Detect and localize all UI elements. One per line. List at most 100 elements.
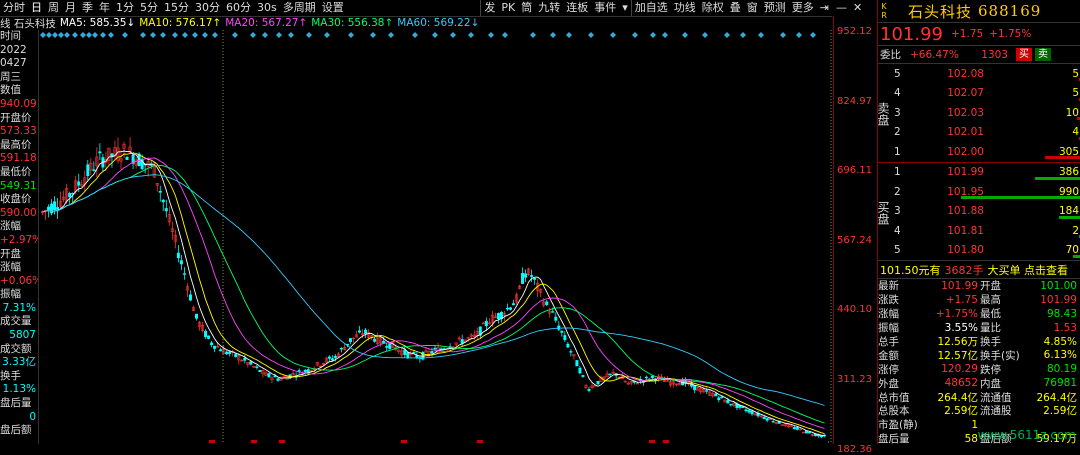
quote-value: 4.85% (1043, 335, 1077, 348)
candlestick-chart[interactable]: 98.43 (39, 30, 832, 444)
level-price: 102.00 (947, 145, 984, 158)
price-row: 101.99 +1.75 +1.75% (878, 23, 1080, 46)
sell-button[interactable]: 卖 (1035, 48, 1051, 61)
candle-body (587, 389, 591, 391)
candle-body (303, 369, 307, 373)
close-icon[interactable]: ✕ (850, 0, 865, 16)
ask-level[interactable]: 4 102.07 5 (878, 84, 1080, 104)
ask-level[interactable]: 2 102.01 4 (878, 123, 1080, 143)
level-index: 5 (894, 67, 901, 80)
price-tick-label: 440.10 (837, 304, 872, 316)
toolbar-item[interactable]: 更多 (789, 0, 817, 16)
ma20-line (42, 157, 825, 429)
info-label: 最低价 (0, 165, 32, 178)
toolbar-item[interactable]: 15分 (161, 0, 192, 16)
toolbar-item[interactable]: 多周期 (280, 0, 319, 16)
level-index: 1 (894, 166, 901, 179)
candle-body (228, 351, 232, 354)
candle-body (182, 273, 186, 275)
toolbar-item[interactable]: 九转 (535, 0, 563, 16)
bid-level[interactable]: 4 101.81 2 (878, 221, 1080, 241)
price-tick-label: 182.36 (837, 443, 872, 455)
quote-label: 流通股 (980, 405, 1012, 418)
ask-level[interactable]: 5 102.08 5 (878, 64, 1080, 84)
event-diamond-icon (758, 32, 764, 38)
toolbar-item[interactable]: 30s (254, 0, 280, 16)
ma-legend: 线 石头科技 MA5: 585.35↓ MA10: 576.17↑ MA20: … (0, 16, 832, 30)
toolbar-item[interactable]: 年 (96, 0, 113, 16)
minimize-icon[interactable]: — (833, 0, 850, 16)
candle-body (210, 342, 214, 345)
level-index: 4 (894, 224, 901, 237)
toolbar-item[interactable]: PK (498, 0, 518, 16)
big-trade-line[interactable]: 101.50元有 3682手 大买单 点击查看 (878, 261, 1080, 279)
toolbar-item[interactable]: 月 (62, 0, 79, 16)
toolbar-item[interactable]: 功线 (671, 0, 699, 16)
quote-label: 盘后量 (878, 433, 910, 446)
pin-icon[interactable]: ⇥ (817, 0, 832, 16)
info-label: 振幅 (0, 288, 21, 301)
toolbar-item[interactable]: 窗 (744, 0, 761, 16)
candle-body (433, 347, 437, 350)
toolbar-item[interactable]: 叠 (727, 0, 744, 16)
candle-body (705, 390, 709, 392)
candle-body (496, 312, 500, 320)
toolbar-item[interactable]: 设置 (319, 0, 347, 16)
toolbar-item[interactable]: 分时 (0, 0, 28, 16)
candle-body (164, 208, 168, 212)
bid-level[interactable]: 1 101.99 386 (878, 163, 1080, 183)
toolbar-item[interactable]: 连板 (563, 0, 591, 16)
quote-label: 振幅 (878, 322, 899, 335)
candle-body (382, 340, 386, 344)
level-price: 101.80 (947, 244, 984, 257)
toolbar-item[interactable]: 事件 (591, 0, 619, 16)
info-label: 盘后额 (0, 424, 32, 437)
toolbar-item[interactable]: 除权 (699, 0, 727, 16)
ask-level[interactable]: 3 102.03 10 (878, 103, 1080, 123)
candle-body (403, 349, 407, 355)
candle-body (98, 151, 102, 154)
trade-price: 101.50元有 (880, 263, 941, 277)
toolbar-item[interactable]: 发 (480, 0, 498, 16)
toolbar-item[interactable]: 预测 (761, 0, 789, 16)
toolbar-item[interactable]: 筒 (518, 0, 535, 16)
event-diamond-icon (80, 32, 86, 38)
event-diamond-icon (796, 32, 802, 38)
event-diamond-icon (740, 32, 746, 38)
toolbar-item[interactable]: 季 (79, 0, 96, 16)
kr-badge: K R (881, 2, 887, 20)
candle-body (306, 369, 310, 373)
trade-tip[interactable]: 大买单 点击查看 (988, 262, 1069, 278)
level-index: 2 (894, 185, 901, 198)
ma30-label: MA30: 556.38↑ (311, 17, 394, 29)
quote-row: 总市值 264.4亿 流通值 264.4亿 (878, 390, 1080, 404)
info-value: 3.33亿 (2, 356, 36, 369)
ask-level[interactable]: 1 102.00 305 (878, 142, 1080, 162)
weibi-value: +66.47% (910, 48, 959, 61)
candle-body (581, 375, 585, 377)
info-label: 时间 (0, 30, 21, 42)
toolbar-item[interactable]: 5分 (137, 0, 161, 16)
quote-value: 98.43 (1046, 307, 1077, 320)
toolbar-item[interactable]: 30分 (192, 0, 223, 16)
quote-label: 总市值 (878, 391, 910, 404)
toolbar-item[interactable]: 60分 (223, 0, 254, 16)
bid-level[interactable]: 3 101.88 184 (878, 202, 1080, 222)
quote-value: 101.99 (941, 279, 978, 292)
candle-body (505, 307, 509, 310)
ma60-label: MA60: 569.22↓ (397, 17, 480, 29)
info-label: 周三 (0, 70, 21, 83)
buy-button[interactable]: 买 (1016, 48, 1032, 61)
candle-body (388, 343, 392, 349)
dropdown-arrow-icon[interactable]: ▾ (619, 0, 631, 16)
event-diamond-icon (530, 32, 536, 38)
toolbar-item[interactable]: 1分 (113, 0, 137, 16)
candle-body (530, 275, 534, 277)
event-diamond-icon (100, 32, 106, 38)
bid-level[interactable]: 5 101.80 70 (878, 241, 1080, 261)
toolbar-item[interactable]: 周 (45, 0, 62, 16)
toolbar-item[interactable]: 加自选 (630, 0, 671, 16)
quote-value: 58 (964, 432, 978, 445)
toolbar-item[interactable]: 日 (28, 0, 45, 16)
bid-level[interactable]: 2 101.95 990 (878, 182, 1080, 202)
